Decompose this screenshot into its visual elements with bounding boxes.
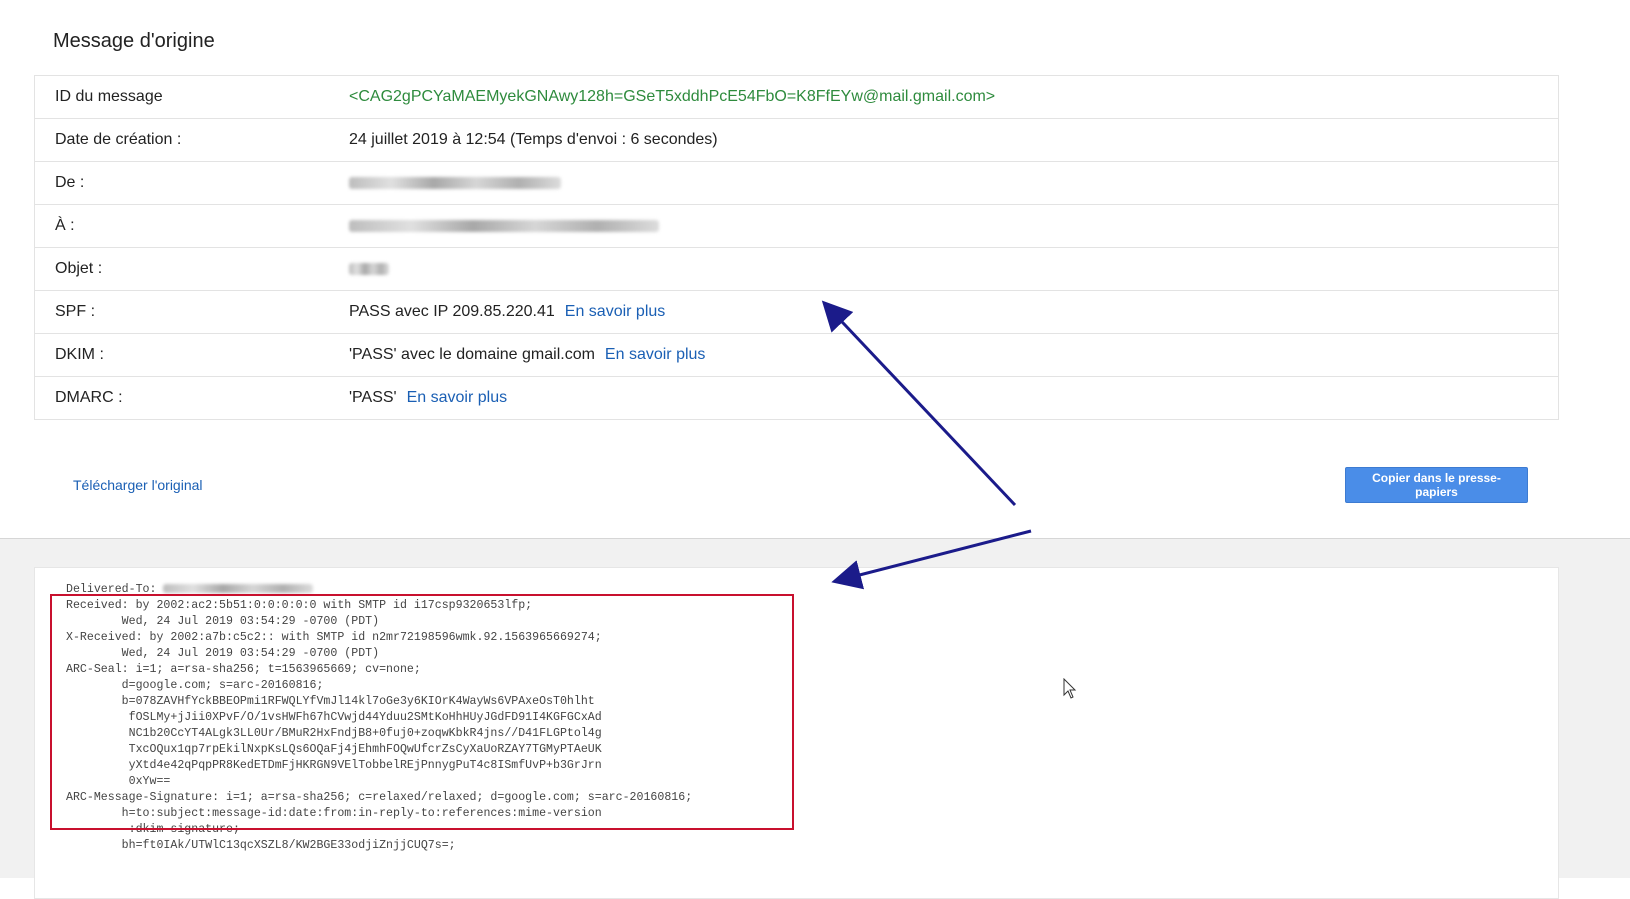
info-row-message-id: ID du message <CAG2gPCYaMAEMyekGNAwy128h… — [35, 76, 1558, 119]
header-line: bh=ft0IAk/UTWlC13qcXSZL8/KW2BGE33odjiZnj… — [66, 839, 456, 852]
info-row-to: À : — [35, 205, 1558, 248]
info-label: SPF : — [55, 303, 96, 320]
dkim-result: 'PASS' avec le domaine gmail.com — [349, 346, 595, 363]
info-label: DMARC : — [55, 389, 123, 406]
message-id-value: <CAG2gPCYaMAEMyekGNAwy128h=GSeT5xddhPcE5… — [349, 88, 996, 105]
download-original-link[interactable]: Télécharger l'original — [73, 477, 203, 493]
message-info-table: ID du message <CAG2gPCYaMAEMyekGNAwy128h… — [34, 75, 1559, 420]
spf-result: PASS avec IP 209.85.220.41 — [349, 303, 555, 320]
info-row-subject: Objet : — [35, 248, 1558, 291]
info-row-created: Date de création : 24 juillet 2019 à 12:… — [35, 119, 1558, 162]
header-line: yXtd4e42qPqpPR8KedETDmFjHKRGN9VElTobbelR… — [66, 759, 602, 772]
dmarc-result: 'PASS' — [349, 389, 397, 406]
info-label: ID du message — [55, 88, 163, 105]
redacted-text — [163, 584, 314, 594]
header-line: Received: by 2002:ac2:5b51:0:0:0:0:0 wit… — [66, 599, 533, 612]
info-label: Date de création : — [55, 131, 182, 148]
header-line: NC1b20CcYT4ALgk3LL0Ur/BMuR2HxFndjB8+0fuj… — [66, 727, 602, 740]
page-title: Message d'origine — [53, 30, 215, 52]
subject-value-redacted — [349, 260, 389, 278]
header-line: h=to:subject:message-id:date:from:in-rep… — [66, 807, 602, 820]
header-line: Wed, 24 Jul 2019 03:54:29 -0700 (PDT) — [66, 615, 380, 628]
info-label: Objet : — [55, 260, 103, 277]
info-label: DKIM : — [55, 346, 104, 363]
info-row-from: De : — [35, 162, 1558, 205]
header-line: b=078ZAVHfYckBBEOPmi1RFWQLYfVmJl14kl7oGe… — [66, 695, 595, 708]
dmarc-learn-more-link[interactable]: En savoir plus — [407, 389, 508, 406]
header-line: 0xYw== — [66, 775, 171, 788]
dmarc-value: 'PASS' En savoir plus — [349, 389, 507, 407]
header-line: ARC-Seal: i=1; a=rsa-sha256; t=156396566… — [66, 663, 421, 676]
redacted-text — [349, 219, 659, 232]
dkim-learn-more-link[interactable]: En savoir plus — [605, 346, 706, 363]
header-line: :dkim-signature; — [66, 823, 240, 836]
redacted-text — [349, 262, 389, 275]
copy-to-clipboard-button[interactable]: Copier dans le presse-papiers — [1345, 467, 1528, 503]
raw-message-source: Delivered-To: Received: by 2002:ac2:5b51… — [66, 582, 692, 854]
raw-source-card: Delivered-To: Received: by 2002:ac2:5b51… — [34, 567, 1559, 899]
info-label: De : — [55, 174, 85, 191]
redacted-text — [349, 176, 561, 189]
to-value-redacted — [349, 217, 659, 235]
header-line: d=google.com; s=arc-20160816; — [66, 679, 324, 692]
message-header-panel: Message d'origine ID du message <CAG2gPC… — [0, 0, 1630, 538]
created-date-value: 24 juillet 2019 à 12:54 (Temps d'envoi :… — [349, 131, 718, 148]
info-row-dkim: DKIM : 'PASS' avec le domaine gmail.com E… — [35, 334, 1558, 377]
info-label: À : — [55, 217, 75, 234]
header-line: fOSLMy+jJii0XPvF/O/1vsHWFh67hCVwjd44Yduu… — [66, 711, 602, 724]
spf-learn-more-link[interactable]: En savoir plus — [565, 303, 666, 320]
dkim-value: 'PASS' avec le domaine gmail.com En savoi… — [349, 346, 705, 364]
header-line: ARC-Message-Signature: i=1; a=rsa-sha256… — [66, 791, 693, 804]
raw-source-panel: Delivered-To: Received: by 2002:ac2:5b51… — [0, 538, 1630, 899]
mouse-cursor-icon — [1063, 678, 1077, 699]
spf-value: PASS avec IP 209.85.220.41 En savoir plus — [349, 303, 665, 321]
info-row-spf: SPF : PASS avec IP 209.85.220.41 En savoi… — [35, 291, 1558, 334]
header-line: X-Received: by 2002:a7b:c5c2:: with SMTP… — [66, 631, 602, 644]
header-line: TxcOQux1qp7rpEkilNxpKsLQs6OQaFj4jEhmhFOQ… — [66, 743, 602, 756]
header-line: Wed, 24 Jul 2019 03:54:29 -0700 (PDT) — [66, 647, 380, 660]
header-delivered-to: Delivered-To: — [66, 583, 164, 596]
from-value-redacted — [349, 174, 561, 192]
info-row-dmarc: DMARC : 'PASS' En savoir plus — [35, 377, 1558, 419]
